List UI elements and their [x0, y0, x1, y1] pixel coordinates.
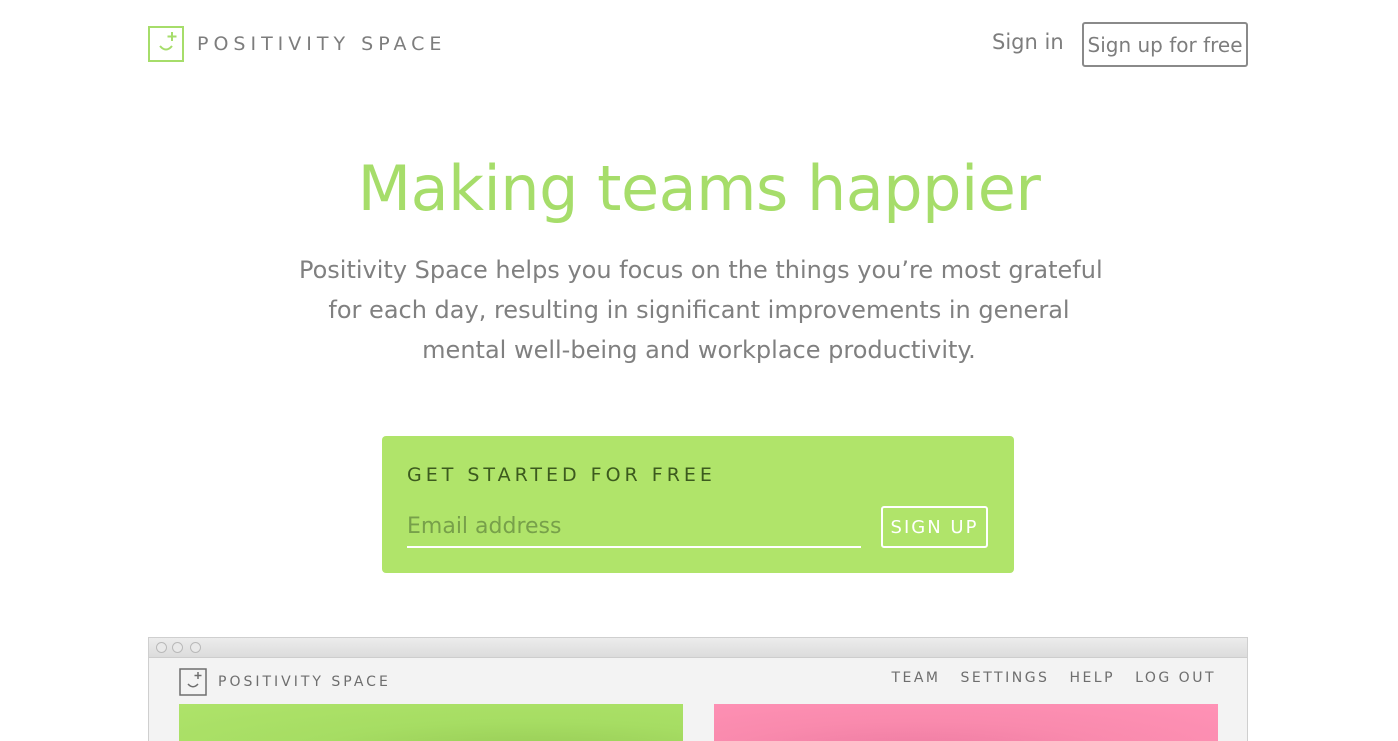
logo-text: POSITIVITY SPACE [197, 33, 447, 55]
window-chrome [149, 638, 1247, 658]
sign-in-link[interactable]: Sign in [992, 30, 1064, 54]
signup-heading: GET STARTED FOR FREE [407, 464, 716, 486]
preview-card-pink [714, 704, 1218, 741]
smiley-plus-icon [148, 26, 184, 62]
preview-logo-text: POSITIVITY SPACE [218, 674, 391, 690]
window-minimize-dot [172, 642, 183, 653]
preview-logo: POSITIVITY SPACE [179, 668, 391, 696]
app-preview: POSITIVITY SPACE TEAM SETTINGS HELP LOG … [148, 637, 1248, 741]
logo[interactable]: POSITIVITY SPACE [148, 26, 446, 62]
preview-nav-log-out[interactable]: LOG OUT [1135, 670, 1216, 686]
preview-nav-team[interactable]: TEAM [891, 670, 940, 686]
sign-up-button[interactable]: Sign up for free [1082, 22, 1248, 67]
window-close-dot [156, 642, 167, 653]
hero-subtitle: Positivity Space helps you focus on the … [299, 250, 1103, 370]
hero-subtitle-line: mental well-being and workplace producti… [422, 336, 976, 364]
preview-nav: TEAM SETTINGS HELP LOG OUT [891, 670, 1216, 686]
smiley-plus-icon [179, 668, 207, 696]
signup-submit-button[interactable]: SIGN UP [881, 506, 988, 548]
preview-card-green [179, 704, 683, 741]
preview-nav-help[interactable]: HELP [1069, 670, 1115, 686]
hero-subtitle-line: Positivity Space helps you focus on the … [299, 256, 1103, 284]
window-maximize-dot [190, 642, 201, 653]
landing-page: POSITIVITY SPACE Sign in Sign up for fre… [0, 0, 1398, 741]
hero-subtitle-line: for each day, resulting in significant i… [328, 296, 1070, 324]
preview-nav-settings[interactable]: SETTINGS [961, 670, 1050, 686]
email-input[interactable] [407, 506, 861, 548]
signup-box: GET STARTED FOR FREE SIGN UP [382, 436, 1014, 573]
hero-title: Making teams happier [357, 152, 1041, 225]
